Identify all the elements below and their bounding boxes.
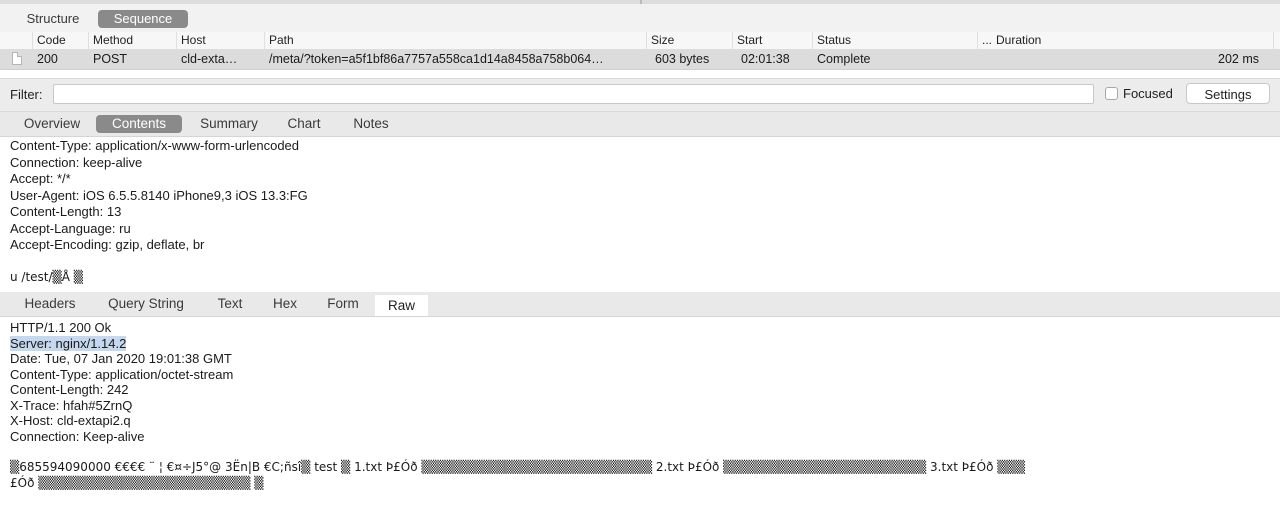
- request-header-line: Content-Type: application/x-www-form-url…: [10, 138, 300, 153]
- tab-summary[interactable]: Summary: [192, 115, 266, 133]
- focused-checkbox[interactable]: [1105, 87, 1118, 100]
- request-header-line: User-Agent: iOS 6.5.5.8140 iPhone9,3 iOS…: [10, 188, 308, 203]
- response-raw-pane[interactable]: HTTP/1.1 200 Ok Server: nginx/1.14.2 Dat…: [0, 318, 1280, 526]
- tab-hex[interactable]: Hex: [264, 295, 306, 313]
- tab-notes[interactable]: Notes: [346, 115, 396, 133]
- header-host[interactable]: Host: [176, 32, 263, 49]
- response-line: Content-Type: application/octet-stream: [10, 367, 234, 382]
- view-switcher-bar: Structure Sequence: [0, 0, 1280, 33]
- divider-handle[interactable]: [640, 0, 642, 4]
- header-size[interactable]: Size: [646, 32, 731, 49]
- header-path[interactable]: Path: [264, 32, 647, 49]
- header-icon-column: [0, 32, 32, 49]
- table-row[interactable]: 200 POST cld-exta… /meta/?token=a5f1bf86…: [0, 49, 1280, 70]
- row-size: 603 bytes: [655, 52, 710, 66]
- response-tab-bar: Headers Query String Text Hex Form Raw: [0, 292, 1280, 317]
- response-line: Date: Tue, 07 Jan 2020 19:01:38 GMT: [10, 351, 232, 366]
- response-body-line: £Óð ▒▒▒▒▒▒▒▒▒▒▒▒▒▒▒▒▒▒▒▒▒▒▒ ▒: [10, 476, 264, 490]
- tab-text[interactable]: Text: [208, 295, 252, 313]
- row-duration: 202 ms: [1218, 52, 1259, 66]
- header-start[interactable]: Start: [732, 32, 813, 49]
- tab-query-string[interactable]: Query String: [98, 295, 194, 313]
- row-status: Complete: [817, 52, 871, 66]
- focused-label[interactable]: Focused: [1123, 86, 1173, 101]
- row-code: 200: [37, 52, 58, 66]
- tab-sequence[interactable]: Sequence: [98, 10, 188, 28]
- header-duration[interactable]: Duration: [992, 32, 1272, 49]
- request-table-header: Code Method Host Path Size Start Status …: [0, 32, 1280, 50]
- response-line: Connection: Keep-alive: [10, 429, 145, 444]
- tab-contents[interactable]: Contents: [96, 115, 182, 133]
- tab-raw[interactable]: Raw: [375, 295, 428, 316]
- row-path: /meta/?token=a5f1bf86a7757a558ca1d14a845…: [269, 52, 604, 66]
- row-start: 02:01:38: [741, 52, 790, 66]
- filter-input[interactable]: [53, 84, 1094, 104]
- header-status[interactable]: Status: [812, 32, 977, 49]
- detail-tab-bar: Overview Contents Summary Chart Notes: [0, 112, 1280, 137]
- window-divider: [0, 0, 1280, 4]
- tab-overview[interactable]: Overview: [14, 115, 90, 133]
- filter-label: Filter:: [10, 87, 43, 102]
- response-line: HTTP/1.1 200 Ok: [10, 320, 112, 335]
- request-body: u /test/▒Å ▒: [10, 270, 84, 284]
- request-header-line: Accept-Encoding: gzip, deflate, br: [10, 237, 205, 252]
- header-method[interactable]: Method: [88, 32, 175, 49]
- response-line: X-Trace: hfah#5ZrnQ: [10, 398, 133, 413]
- document-icon: [12, 52, 22, 65]
- selected-text[interactable]: Server: nginx/1.14.2: [10, 336, 127, 351]
- filter-bar: Filter: Focused Settings: [0, 78, 1280, 112]
- request-header-line: Accept-Language: ru: [10, 221, 131, 236]
- tab-chart[interactable]: Chart: [280, 115, 328, 133]
- row-host: cld-exta…: [181, 52, 238, 66]
- response-line: Content-Length: 242: [10, 382, 129, 397]
- header-code[interactable]: Code: [32, 32, 87, 49]
- settings-button[interactable]: Settings: [1186, 83, 1270, 104]
- row-method: POST: [93, 52, 128, 66]
- response-line: Server: nginx/1.14.2: [10, 336, 127, 352]
- response-body-line: ▒685594090000 €€€€ ¨ ¦ €¤÷J5°@ 3Ën|B €C;…: [10, 460, 1025, 474]
- response-line: X-Host: cld-extapi2.q: [10, 413, 131, 428]
- request-header-line: Content-Length: 13: [10, 204, 122, 219]
- request-header-line: Connection: keep-alive: [10, 155, 143, 170]
- tab-form[interactable]: Form: [318, 295, 368, 313]
- tab-headers[interactable]: Headers: [14, 295, 86, 313]
- header-end: [1273, 32, 1280, 49]
- request-contents-pane[interactable]: Content-Type: application/x-www-form-url…: [0, 137, 1280, 291]
- request-header-line: Accept: */*: [10, 171, 71, 186]
- tab-structure[interactable]: Structure: [14, 10, 92, 28]
